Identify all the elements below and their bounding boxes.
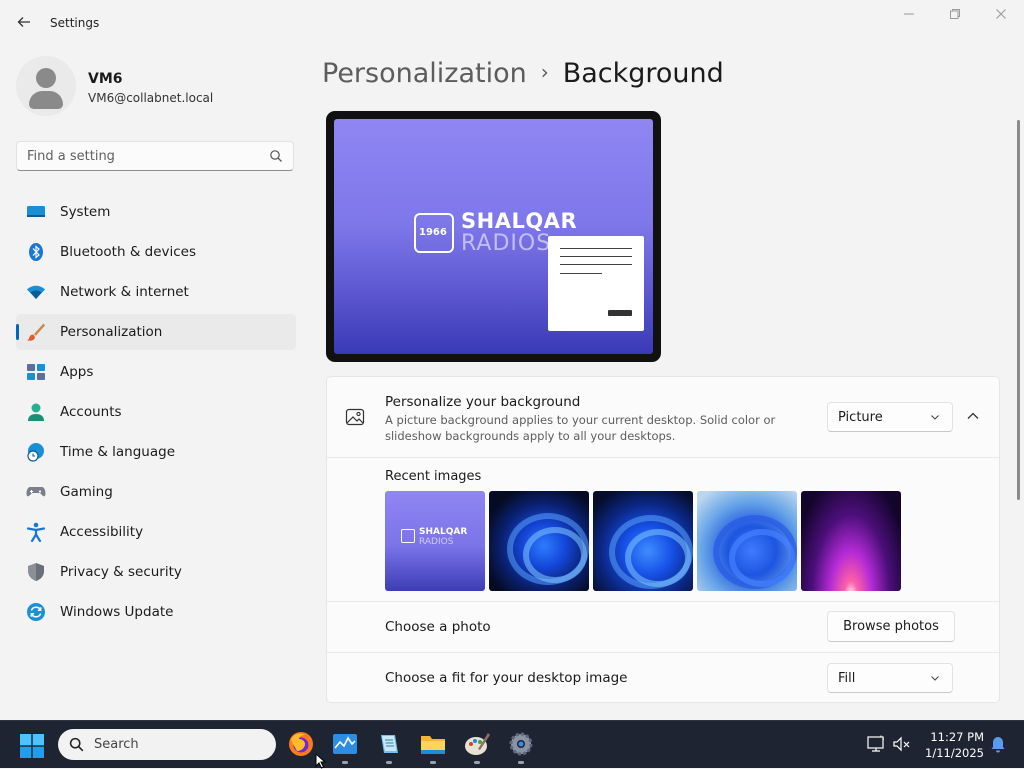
recent-images-label: Recent images xyxy=(385,469,482,484)
recent-image-3[interactable] xyxy=(593,491,693,591)
picture-icon xyxy=(345,408,365,426)
shield-icon xyxy=(28,563,44,581)
back-arrow-icon[interactable] xyxy=(14,14,34,34)
sidebar-item-time-language[interactable]: Time & language xyxy=(16,434,296,470)
find-setting-input[interactable]: Find a setting xyxy=(16,141,294,171)
background-description: A picture background applies to your cur… xyxy=(385,413,776,443)
sidebar-item-system[interactable]: System xyxy=(16,194,296,230)
fit-dropdown[interactable]: Fill xyxy=(827,663,953,693)
choose-photo-label: Choose a photo xyxy=(385,619,491,635)
breadcrumb-parent[interactable]: Personalization xyxy=(322,58,527,89)
search-placeholder: Find a setting xyxy=(27,149,115,164)
page-title: Background xyxy=(562,58,724,89)
sidebar-item-network[interactable]: Network & internet xyxy=(16,274,296,310)
app-title: Settings xyxy=(50,16,100,30)
sidebar-item-apps[interactable]: Apps xyxy=(16,354,296,390)
notification-bell-icon[interactable] xyxy=(988,734,1008,754)
background-settings-card: Personalize your background A picture ba… xyxy=(326,376,1000,703)
taskbar-search[interactable]: Search xyxy=(58,729,276,760)
search-icon xyxy=(69,737,84,752)
chevron-down-icon xyxy=(931,415,939,420)
globe-clock-icon xyxy=(27,443,44,462)
chevron-up-icon[interactable] xyxy=(965,408,981,424)
user-name: VM6 xyxy=(88,71,123,87)
sidebar-item-windows-update[interactable]: Windows Update xyxy=(16,594,296,630)
recent-image-2[interactable] xyxy=(489,491,589,591)
background-title: Personalize your background xyxy=(385,394,581,410)
chevron-down-icon xyxy=(931,676,939,681)
sidebar-item-accounts[interactable]: Accounts xyxy=(16,394,296,430)
sidebar-item-accessibility[interactable]: Accessibility xyxy=(16,514,296,550)
title-bar: Settings xyxy=(0,0,1024,48)
sidebar-item-gaming[interactable]: Gaming xyxy=(16,474,296,510)
minimize-button[interactable] xyxy=(889,8,929,28)
avatar xyxy=(16,56,76,116)
maximize-button[interactable] xyxy=(935,8,975,28)
paint-icon[interactable] xyxy=(464,731,490,757)
preview-wallpaper: 1966 SHALQAR RADIOS xyxy=(334,119,653,354)
settings-icon[interactable] xyxy=(508,731,534,757)
recent-image-1[interactable]: SHALQAR RADIOS xyxy=(385,491,485,591)
wifi-icon xyxy=(27,285,45,299)
task-manager-icon[interactable] xyxy=(332,731,358,757)
sidebar-item-personalization[interactable]: Personalization xyxy=(16,314,296,350)
choose-photo-row: Choose a photo Browse photos xyxy=(327,601,999,652)
accessibility-icon xyxy=(26,522,46,542)
gamepad-icon xyxy=(26,487,46,497)
update-icon xyxy=(27,603,45,621)
firefox-icon[interactable] xyxy=(288,731,314,757)
breadcrumb: Personalization › Background xyxy=(322,58,724,89)
chevron-right-icon: › xyxy=(540,60,549,84)
desktop-preview: 1966 SHALQAR RADIOS xyxy=(326,111,661,362)
sidebar-nav: System Bluetooth & devices Network & int… xyxy=(16,194,296,634)
scrollbar[interactable] xyxy=(1017,120,1020,500)
recent-image-4[interactable] xyxy=(697,491,797,591)
clock-time: 11:27 PM xyxy=(930,730,984,744)
notepad-icon[interactable] xyxy=(376,731,402,757)
sidebar-item-bluetooth[interactable]: Bluetooth & devices xyxy=(16,234,296,270)
person-icon xyxy=(28,403,44,421)
apps-icon xyxy=(27,364,45,380)
background-type-dropdown[interactable]: Picture xyxy=(827,402,953,432)
file-explorer-icon[interactable] xyxy=(420,731,446,757)
fit-row: Choose a fit for your desktop image Fill xyxy=(327,652,999,702)
sidebar-item-privacy[interactable]: Privacy & security xyxy=(16,554,296,590)
mouse-cursor-icon xyxy=(315,753,327,769)
close-button[interactable] xyxy=(981,8,1021,28)
volume-muted-icon[interactable] xyxy=(892,734,912,754)
user-email: VM6@collabnet.local xyxy=(88,91,214,105)
personalize-background-row: Personalize your background A picture ba… xyxy=(327,377,999,458)
clock-date: 1/11/2025 xyxy=(925,746,984,760)
recent-image-5[interactable] xyxy=(801,491,901,591)
preview-window xyxy=(548,236,644,331)
bluetooth-icon xyxy=(29,243,43,261)
system-clock[interactable]: 11:27 PM 1/11/2025 xyxy=(922,729,984,761)
brush-icon xyxy=(27,323,45,341)
windows-start-icon[interactable] xyxy=(20,734,44,758)
search-icon xyxy=(270,150,282,162)
fit-label: Choose a fit for your desktop image xyxy=(385,670,628,686)
network-display-icon[interactable] xyxy=(866,734,886,754)
taskbar: Search 11:27 PM 1/11/2025 xyxy=(0,720,1024,768)
monitor-icon xyxy=(27,206,45,217)
browse-photos-button[interactable]: Browse photos xyxy=(827,611,955,642)
